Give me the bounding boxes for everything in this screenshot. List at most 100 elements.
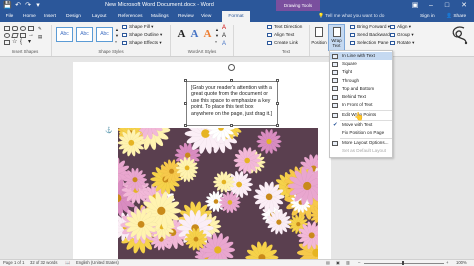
- shape-style-1[interactable]: Abc: [56, 27, 73, 42]
- tab-home[interactable]: Home: [23, 11, 36, 22]
- wrap-text-button[interactable]: Wrap Text: [328, 24, 345, 51]
- tab-references[interactable]: References: [118, 11, 143, 22]
- tab-format[interactable]: Format: [222, 11, 250, 22]
- arrow-shape-icon[interactable]: →: [28, 32, 34, 38]
- resize-handle-right[interactable]: [276, 102, 279, 105]
- resize-handle-top-left[interactable]: [184, 79, 187, 82]
- callout-shape-icon[interactable]: [4, 40, 10, 45]
- wrap-option-square[interactable]: Square: [330, 60, 392, 68]
- tab-mailings[interactable]: Mailings: [151, 11, 169, 22]
- word-count[interactable]: 32 of 32 words: [30, 260, 57, 266]
- group-label-shape-styles: Shape Styles: [98, 49, 124, 54]
- maximize-icon[interactable]: □: [441, 1, 453, 10]
- send-backward-label: Send Backward: [357, 32, 390, 37]
- resize-handle-left[interactable]: [184, 102, 187, 105]
- send-backward-button[interactable]: Send Backward ▾: [350, 32, 394, 38]
- shape-style-2[interactable]: Abc: [76, 27, 93, 42]
- more-shapes-icon[interactable]: ▾: [28, 39, 34, 45]
- selection-pane-button[interactable]: Selection Pane: [350, 40, 389, 46]
- flower-image[interactable]: [118, 128, 318, 259]
- wrap-option-more-layout[interactable]: More Layout Options...: [330, 139, 392, 147]
- rounded-rect-shape-icon[interactable]: [12, 26, 18, 31]
- text-fill-icon[interactable]: A: [222, 25, 226, 31]
- wordart-scroll-icon[interactable]: ▲ ▼ ▿: [215, 27, 219, 45]
- resize-handle-bottom-left[interactable]: [184, 124, 187, 127]
- group-button[interactable]: Group ▾: [390, 32, 414, 38]
- undo-icon[interactable]: ↶: [14, 1, 22, 10]
- group-label-wordart-styles: WordArt Styles: [187, 49, 217, 54]
- zoom-slider[interactable]: [364, 262, 444, 264]
- text-effects-icon[interactable]: A: [222, 41, 226, 47]
- sign-in-link[interactable]: Sign in: [420, 11, 435, 22]
- tab-layout[interactable]: Layout: [92, 11, 106, 22]
- draw-textbox-icon[interactable]: ▤: [38, 34, 42, 40]
- resize-handle-bottom[interactable]: [230, 124, 233, 127]
- wordart-style-2[interactable]: A: [189, 28, 200, 41]
- web-layout-icon[interactable]: ▥: [346, 260, 350, 266]
- wrap-option-fix-position[interactable]: Fix Position on Page: [330, 129, 392, 137]
- bring-forward-button[interactable]: Bring Forward ▾: [350, 24, 390, 30]
- pull-quote-textbox[interactable]: [Grab your reader's attention with a gre…: [186, 81, 278, 126]
- tab-file[interactable]: File: [0, 11, 19, 22]
- tab-review[interactable]: Review: [178, 11, 194, 22]
- zoom-level[interactable]: 100%: [456, 260, 467, 266]
- resize-handle-top[interactable]: [230, 79, 233, 82]
- resize-handle-bottom-right[interactable]: [276, 124, 279, 127]
- language-indicator[interactable]: English (United States): [76, 260, 119, 266]
- save-icon[interactable]: 💾: [3, 1, 12, 10]
- share-button[interactable]: 👤 Share: [446, 11, 466, 22]
- shape-effects-button[interactable]: Shape Effects ▾: [122, 40, 162, 46]
- resize-handle-top-right[interactable]: [276, 79, 279, 82]
- parallelogram-shape-icon[interactable]: [11, 33, 19, 38]
- redo-icon[interactable]: ↷: [24, 1, 32, 10]
- text-direction-button[interactable]: Text Direction: [267, 24, 302, 30]
- rectangle-shape-icon[interactable]: [28, 26, 34, 31]
- print-layout-icon[interactable]: ▣: [336, 260, 340, 266]
- proofing-icon[interactable]: 📖: [65, 260, 70, 266]
- minimize-icon[interactable]: –: [425, 1, 437, 10]
- customize-toolbar-icon[interactable]: ▾: [34, 1, 42, 10]
- brace-shape-icon[interactable]: {: [20, 39, 26, 45]
- position-button[interactable]: Position: [311, 24, 327, 51]
- align-text-button[interactable]: Align Text: [267, 32, 294, 38]
- rotate-handle[interactable]: [228, 64, 235, 71]
- tell-me-box[interactable]: 💡 Tell me what you want to do: [318, 11, 384, 22]
- styles-scroll-icon[interactable]: ▲ ▼ ▿: [115, 27, 119, 45]
- shape-style-3[interactable]: Abc: [96, 27, 113, 42]
- wrap-option-through[interactable]: Through: [330, 77, 392, 85]
- wrap-option-behind-text[interactable]: Behind Text: [330, 93, 392, 101]
- star-shape-icon[interactable]: ☆: [12, 39, 18, 45]
- shape-outline-button[interactable]: Shape Outline ▾: [122, 32, 162, 38]
- tab-insert[interactable]: Insert: [44, 11, 56, 22]
- square-shape-icon[interactable]: [20, 33, 26, 38]
- page-count[interactable]: Page 1 of 1: [3, 260, 24, 266]
- wrap-option-move-with-text[interactable]: ✔ Move with Text: [330, 121, 392, 129]
- shape-outline-label: Shape Outline: [129, 32, 159, 37]
- wrap-option-in-line[interactable]: In Line with Text: [330, 52, 392, 61]
- oval-shape-icon[interactable]: [20, 26, 26, 31]
- text-outline-icon[interactable]: A: [222, 33, 226, 39]
- in-front-icon: [332, 102, 338, 108]
- wrap-option-in-front[interactable]: In Front of Text: [330, 101, 392, 109]
- wrap-option-top-bottom[interactable]: Top and Bottom: [330, 85, 392, 93]
- zoom-out-icon[interactable]: –: [358, 260, 360, 266]
- wordart-style-3[interactable]: A: [202, 28, 213, 41]
- align-button[interactable]: Align ▾: [390, 24, 411, 30]
- create-link-button[interactable]: Create Link: [267, 40, 298, 46]
- shape-fill-button[interactable]: Shape Fill ▾: [122, 24, 154, 30]
- read-mode-icon[interactable]: ▤: [326, 260, 330, 266]
- tab-design[interactable]: Design: [66, 11, 81, 22]
- edit-shape-icon[interactable]: ✎: [38, 26, 42, 32]
- tab-view[interactable]: View: [201, 11, 211, 22]
- zoom-slider-thumb[interactable]: [402, 261, 404, 265]
- close-icon[interactable]: ✕: [458, 1, 470, 10]
- wrap-option-tight[interactable]: Tight: [330, 68, 392, 76]
- zoom-in-icon[interactable]: +: [446, 260, 448, 266]
- wordart-style-1[interactable]: A: [176, 28, 187, 41]
- rotate-button[interactable]: Rotate ▾: [390, 40, 414, 46]
- bring-forward-icon: [350, 24, 355, 29]
- circle-shape-icon[interactable]: [4, 33, 10, 38]
- ribbon-display-options-icon[interactable]: ▣: [410, 1, 420, 10]
- group-label-text: Text: [282, 49, 290, 54]
- text-box-shape-icon[interactable]: [4, 26, 10, 31]
